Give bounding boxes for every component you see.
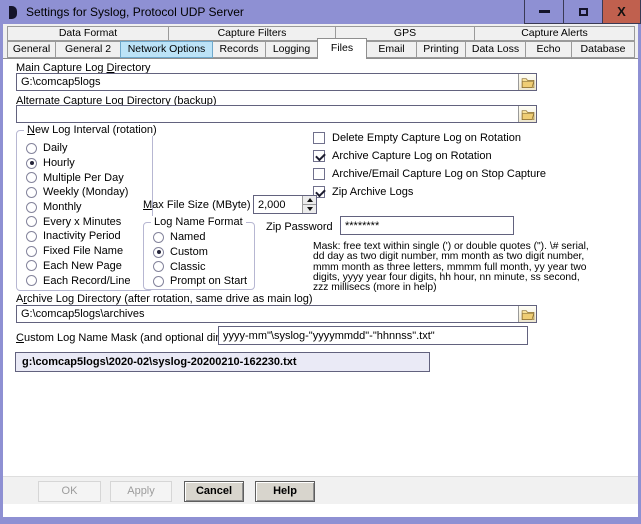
radio-inactivity-period[interactable]: Inactivity Period [17,229,152,244]
tab-printing[interactable]: Printing [416,41,466,58]
format-groupbox: Log Name Format Named Custom Classic Pro… [143,222,255,290]
maximize-button[interactable] [563,0,602,24]
radio-every-x-minutes[interactable]: Every x Minutes [17,214,152,229]
up-arrow-icon [307,198,313,202]
checkbox-archive-email-on-stop[interactable]: Archive/Email Capture Log on Stop Captur… [313,167,546,181]
tab-general-2[interactable]: General 2 [55,41,121,58]
title-bar[interactable]: Settings for Syslog, Protocol UDP Server… [0,0,641,24]
tab-capture-filters[interactable]: Capture Filters [168,26,336,41]
checkbox-archive-on-rotation[interactable]: Archive Capture Log on Rotation [313,149,492,163]
radio-daily[interactable]: Daily [17,141,152,156]
cancel-button[interactable]: Cancel [184,481,244,502]
checkbox-zip-archive-logs[interactable]: Zip Archive Logs [313,185,413,199]
archive-dir-browse-button[interactable] [518,306,536,322]
folder-icon [521,77,535,88]
radio-icon [26,187,37,198]
radio-icon-selected [26,158,37,169]
main-dir-browse-button[interactable] [518,74,536,90]
minimize-button[interactable] [524,0,563,24]
alt-dir-browse-button[interactable] [518,106,536,122]
radio-icon-selected [153,247,164,258]
radio-icon [26,275,37,286]
window-title: Settings for Syslog, Protocol UDP Server [26,5,524,19]
spin-up-button[interactable] [303,196,316,205]
radio-icon [153,276,164,287]
app-icon [9,6,17,19]
custom-mask-input[interactable] [219,327,527,344]
tab-data-loss[interactable]: Data Loss [465,41,526,58]
tab-database[interactable]: Database [571,41,635,58]
close-icon: X [617,4,626,19]
tab-capture-alerts[interactable]: Capture Alerts [474,26,635,41]
dialog-body: Data Format Capture Filters GPS Capture … [3,24,638,517]
folder-icon [521,109,535,120]
tab-network-options[interactable]: Network Options [120,41,213,58]
folder-icon [521,309,535,320]
radio-icon [26,260,37,271]
radio-icon [26,231,37,242]
dialog-window: Settings for Syslog, Protocol UDP Server… [0,0,641,524]
help-button[interactable]: Help [255,481,315,502]
archive-dir-input[interactable] [17,306,518,322]
radio-weekly[interactable]: Weekly (Monday) [17,185,152,200]
radio-classic[interactable]: Classic [144,259,254,274]
tab-general[interactable]: General [7,41,56,58]
tab-data-format[interactable]: Data Format [7,26,169,41]
tab-echo[interactable]: Echo [525,41,572,58]
files-tab-page: Main Capture Log Directory Alternate Cap… [3,58,638,476]
tab-strip: Data Format Capture Filters GPS Capture … [3,24,638,58]
tab-logging[interactable]: Logging [265,41,318,58]
radio-custom[interactable]: Custom [144,245,254,260]
radio-fixed-file-name[interactable]: Fixed File Name [17,244,152,259]
tab-files[interactable]: Files [317,38,367,59]
down-arrow-icon [307,207,313,211]
radio-icon [26,246,37,257]
spin-down-button[interactable] [303,205,316,213]
radio-icon [26,216,37,227]
checkbox-icon [313,168,325,180]
maximize-icon [579,8,588,16]
format-legend: Log Name Format [151,216,246,228]
checkbox-delete-empty[interactable]: Delete Empty Capture Log on Rotation [313,131,521,145]
radio-icon [153,261,164,272]
main-dir-input[interactable] [17,74,518,90]
radio-monthly[interactable]: Monthly [17,200,152,215]
radio-icon [26,143,37,154]
max-file-size-input[interactable] [254,196,302,213]
checkbox-checked-icon [313,150,325,162]
interval-groupbox: New Log Interval (rotation) Daily Hourly… [16,130,153,291]
checkbox-icon [313,132,325,144]
radio-each-record-line[interactable]: Each Record/Line [17,273,152,288]
close-button[interactable]: X [602,0,641,24]
max-file-size-label: Max File Size (MByte) [143,199,251,211]
radio-each-new-page[interactable]: Each New Page [17,259,152,274]
log-file-preview: g:\comcap5logs\2020-02\syslog-20200210-1… [15,352,430,372]
zip-password-label: Zip Password [266,221,333,233]
radio-icon [26,202,37,213]
ok-button[interactable]: OK [38,481,101,502]
tab-email[interactable]: Email [366,41,417,58]
radio-icon [153,232,164,243]
radio-named[interactable]: Named [144,230,254,245]
apply-button[interactable]: Apply [110,481,172,502]
button-bar: OK Apply Cancel Help [3,476,638,504]
radio-multiple-per-day[interactable]: Multiple Per Day [17,170,152,185]
alt-dir-input[interactable] [17,106,518,122]
archive-dir-label: Archive Log Directory (after rotation, s… [16,293,313,305]
radio-hourly[interactable]: Hourly [17,156,152,171]
tab-records[interactable]: Records [212,41,266,58]
zip-password-input[interactable] [341,217,513,234]
minimize-icon [539,10,550,13]
mask-help-text: Mask: free text within single (') or dou… [313,242,605,293]
radio-icon [26,172,37,183]
interval-legend: New Log Interval (rotation) [24,124,160,136]
radio-prompt-on-start[interactable]: Prompt on Start [144,274,254,289]
